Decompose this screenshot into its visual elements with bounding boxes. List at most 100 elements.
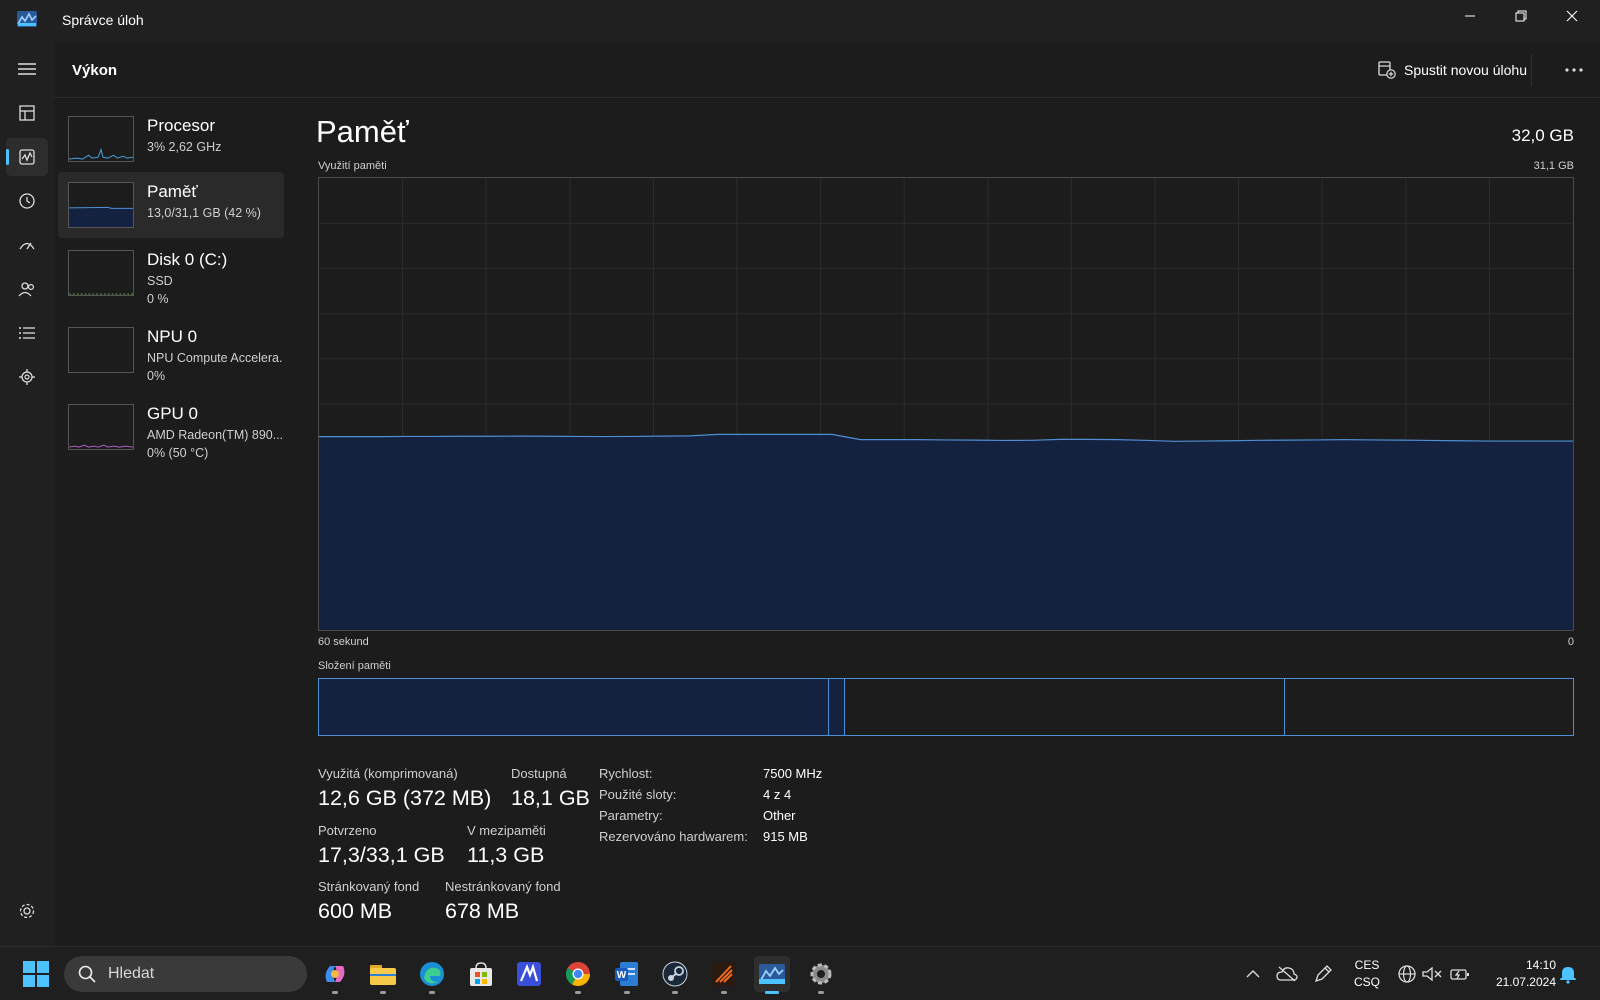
memory-composition-bar: [318, 678, 1574, 736]
details-icon: [19, 327, 35, 339]
battery-charging-icon: [1450, 969, 1469, 980]
minimize-button[interactable]: [1444, 0, 1496, 32]
paged-pool-value: 600 MB: [318, 899, 393, 923]
resource-item-disk[interactable]: Disk 0 (C:) SSD 0 %: [58, 240, 284, 306]
run-new-task-button[interactable]: Spustit novou úlohu: [1378, 56, 1527, 84]
taskbar-word[interactable]: W: [609, 956, 645, 994]
task-manager-app-icon: [17, 11, 37, 27]
resource-name: Procesor: [147, 116, 216, 135]
taskbar-file-explorer[interactable]: [365, 956, 401, 994]
taskbar-code-editor[interactable]: [511, 956, 547, 992]
tray-battery[interactable]: [1449, 963, 1471, 985]
running-indicator: [332, 991, 338, 994]
taskbar-clock[interactable]: 14:10 21.07.2024: [1496, 957, 1556, 991]
running-indicator: [429, 991, 435, 994]
start-button[interactable]: [18, 956, 54, 992]
file-explorer-icon: [370, 965, 396, 985]
composition-modified[interactable]: [829, 679, 845, 735]
nav-services[interactable]: [6, 358, 48, 396]
code-editor-icon: [517, 962, 541, 986]
nav-processes[interactable]: [6, 94, 48, 132]
nonpaged-pool-label: Nestránkovaný fond: [445, 879, 561, 894]
svg-text:W: W: [617, 970, 627, 981]
nav-app-history[interactable]: [6, 182, 48, 220]
form-factor-label: Parametry:: [599, 808, 663, 823]
restore-button[interactable]: [1495, 0, 1547, 32]
tray-pen[interactable]: [1312, 963, 1334, 985]
taskbar-store[interactable]: [463, 956, 499, 992]
npu-thumbnail: [68, 327, 134, 373]
tray-volume[interactable]: [1421, 963, 1443, 985]
taskbar-search[interactable]: Hledat: [64, 956, 307, 992]
running-indicator: [380, 991, 386, 994]
taskbar-app[interactable]: [706, 956, 742, 994]
clock-time: 14:10: [1525, 958, 1556, 972]
usage-graph-max: 31,1 GB: [1533, 160, 1574, 172]
nav-startup-apps[interactable]: [6, 226, 48, 264]
paged-pool-label: Stránkovaný fond: [318, 879, 420, 894]
restore-icon: [1515, 10, 1527, 22]
taskbar-edge[interactable]: [414, 956, 450, 994]
resource-item-gpu[interactable]: GPU 0 AMD Radeon(TM) 890... 0% (50 °C): [58, 394, 284, 460]
nonpaged-pool-value: 678 MB: [445, 899, 520, 923]
gpu-thumbnail: [68, 404, 134, 450]
speed-label: Rychlost:: [599, 766, 653, 781]
slots-value: 4 z 4: [763, 787, 792, 802]
more-options-button[interactable]: [1560, 56, 1588, 84]
taskbar-settings[interactable]: [803, 956, 839, 994]
nav-details[interactable]: [6, 314, 48, 352]
nav-users[interactable]: [6, 270, 48, 308]
composition-in-use[interactable]: [319, 679, 829, 735]
taskbar-chrome[interactable]: [560, 956, 596, 994]
show-hidden-icons-button[interactable]: [1242, 963, 1264, 985]
close-button[interactable]: [1546, 0, 1598, 32]
taskbar-copilot[interactable]: [317, 956, 353, 994]
services-icon: [19, 369, 35, 385]
startup-icon: [19, 242, 35, 250]
hamburger-menu-button[interactable]: [6, 50, 48, 88]
hardware-reserved-label: Rezervováno hardwarem:: [599, 829, 748, 844]
resource-item-cpu[interactable]: Procesor 3% 2,62 GHz: [58, 106, 284, 172]
available-label: Dostupná: [511, 766, 567, 781]
nav-performance[interactable]: [6, 138, 48, 176]
resource-name: Paměť: [147, 182, 198, 201]
disk-thumbnail: [68, 250, 134, 296]
resource-name: GPU 0: [147, 404, 199, 423]
tray-network[interactable]: [1396, 963, 1418, 985]
language-code: CES: [1354, 958, 1380, 972]
taskbar-task-manager[interactable]: [754, 956, 790, 994]
globe-icon: [1398, 965, 1416, 983]
running-indicator: [721, 991, 727, 994]
hardware-reserved-value: 915 MB: [763, 829, 808, 844]
copilot-icon: [325, 966, 345, 982]
page-title: Výkon: [72, 62, 118, 79]
running-indicator: [818, 991, 824, 994]
cpu-thumbnail: [68, 116, 134, 162]
notifications-button[interactable]: [1557, 963, 1579, 985]
active-app-indicator: [765, 991, 779, 994]
taskbar: Hledat W CES CSQ 14:10 21.07.2024: [0, 946, 1600, 1000]
taskbar-steam[interactable]: [657, 956, 693, 994]
keyboard-layout: CSQ: [1354, 975, 1381, 989]
resource-detail: 13,0/31,1 GB (42 %): [147, 206, 261, 220]
edge-icon: [420, 962, 444, 986]
graph-time-left: 60 sekund: [318, 636, 369, 648]
resource-item-memory[interactable]: Paměť 13,0/31,1 GB (42 %): [58, 172, 284, 238]
tray-onedrive[interactable]: [1276, 963, 1298, 985]
gear-icon: [19, 903, 35, 919]
resource-detail: AMD Radeon(TM) 890...: [147, 428, 284, 442]
search-icon: [78, 965, 96, 983]
memory-total: 32,0 GB: [1511, 126, 1574, 145]
nav-settings[interactable]: [6, 892, 48, 930]
resource-name: Disk 0 (C:): [147, 250, 228, 269]
window-title: Správce úloh: [62, 12, 144, 28]
nav-rail: [0, 42, 54, 946]
resource-item-npu[interactable]: NPU 0 NPU Compute Accelera. 0%: [58, 317, 284, 383]
hamburger-icon: [18, 63, 36, 75]
composition-free[interactable]: [1285, 679, 1572, 735]
committed-value: 17,3/33,1 GB: [318, 843, 445, 867]
chevron-up-icon: [1246, 970, 1260, 978]
resource-detail: NPU Compute Accelera.: [147, 351, 283, 365]
input-language-indicator[interactable]: CES CSQ: [1354, 957, 1380, 991]
composition-standby[interactable]: [845, 679, 1285, 735]
